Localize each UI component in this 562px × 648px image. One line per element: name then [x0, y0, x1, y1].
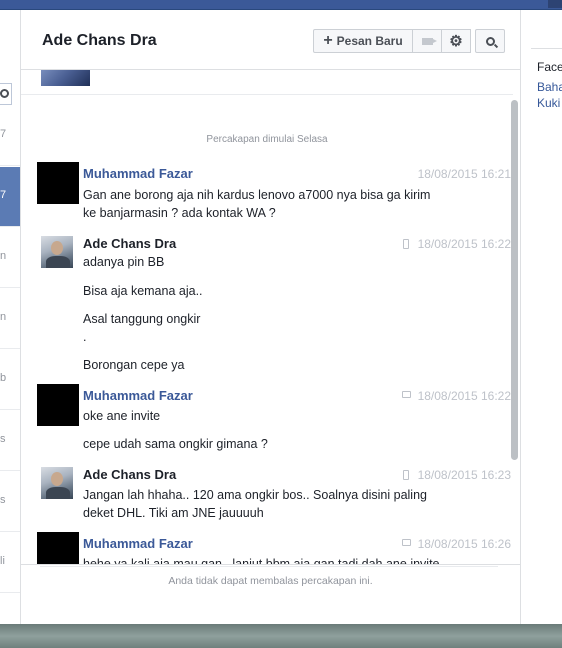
- message-text: Gan ane borong aja nih kardus lenovo a70…: [83, 188, 431, 220]
- header-actions: + Pesan Baru ⚙: [313, 29, 505, 53]
- thread-list-item-label: b: [0, 372, 7, 384]
- divider: [531, 48, 562, 49]
- thread-list-item[interactable]: b: [0, 350, 20, 410]
- message-text: Bisa aja kemana aja..: [83, 284, 203, 298]
- avatar[interactable]: [37, 162, 79, 204]
- conversation-start-label: Percakapan dimulai Selasa: [206, 134, 328, 145]
- search-icon: [0, 89, 9, 98]
- thread-search-button[interactable]: [0, 83, 12, 105]
- message-text: adanya pin BB: [83, 255, 165, 269]
- avatar[interactable]: [37, 532, 79, 564]
- sender-name[interactable]: Muhammad Fazar: [83, 536, 193, 551]
- thread-list-item[interactable]: n: [0, 289, 20, 349]
- video-call-button[interactable]: [412, 29, 442, 53]
- message-text: Borongan cepe ya: [83, 358, 185, 372]
- thread-list-item-label: s: [0, 433, 6, 445]
- message-timestamp: 18/08/2015 16:26: [417, 537, 511, 551]
- conversation-title[interactable]: Ade Chans Dra: [42, 32, 157, 50]
- divider: [40, 566, 498, 567]
- search-icon: [485, 36, 495, 46]
- avatar: [41, 70, 90, 86]
- message-text: hehe ya kali aja mau gan.. lanjut bbm aj…: [83, 557, 440, 564]
- sender-name[interactable]: Muhammad Fazar: [83, 166, 193, 181]
- sidebar-link[interactable]: Baha: [537, 80, 562, 94]
- sender-name[interactable]: Ade Chans Dra: [83, 236, 176, 251]
- thread-list-item[interactable]: n: [0, 228, 20, 288]
- thread-list-item-label: li: [0, 555, 5, 567]
- thread-list-item-label: 7: [0, 189, 7, 201]
- message-text: cepe udah sama ongkir gimana ?: [83, 437, 268, 451]
- plus-icon: +: [323, 32, 333, 49]
- settings-button[interactable]: ⚙: [441, 29, 471, 53]
- chat-bubble-icon: [402, 391, 411, 398]
- messages-page: 7 7 n n b s s li Ade Chans Dra + Pesan B…: [0, 10, 562, 624]
- message-timestamp: 18/08/2015 16:22: [417, 237, 511, 251]
- thread-list-item-label: s: [0, 494, 6, 506]
- thread-list-item-label: 7: [0, 128, 7, 140]
- thread-list-item-label: n: [0, 250, 7, 262]
- new-message-label: Pesan Baru: [336, 34, 403, 48]
- mobile-phone-icon: [403, 239, 409, 249]
- divider: [21, 94, 513, 95]
- right-sidebar: Face Baha Kuki: [520, 10, 562, 624]
- sender-name[interactable]: Muhammad Fazar: [83, 388, 193, 403]
- divider: [21, 564, 520, 565]
- avatar[interactable]: [41, 467, 73, 499]
- message-timestamp: 18/08/2015 16:22: [417, 389, 511, 403]
- thread-list-item-active[interactable]: 7: [0, 167, 20, 227]
- gear-icon: ⚙: [449, 32, 463, 50]
- message-timestamp: 18/08/2015 16:21: [417, 167, 511, 181]
- top-bar-corner: [548, 0, 562, 8]
- thread-list-item[interactable]: s: [0, 411, 20, 471]
- avatar[interactable]: [37, 384, 79, 426]
- mobile-phone-icon: [403, 470, 409, 480]
- sender-name[interactable]: Ade Chans Dra: [83, 467, 176, 482]
- cannot-reply-notice: Anda tidak dapat membalas percakapan ini…: [168, 575, 373, 587]
- message-list[interactable]: Percakapan dimulai Selasa Muhammad Fazar…: [21, 70, 520, 564]
- thread-list-item[interactable]: 7: [0, 106, 20, 166]
- message-text: Jangan lah hhaha.. 120 ama ongkir bos.. …: [83, 488, 427, 520]
- sidebar-title: Face: [537, 60, 562, 74]
- message-timestamp: 18/08/2015 16:23: [417, 468, 511, 482]
- sidebar-link[interactable]: Kuki: [537, 96, 560, 110]
- message-text: Asal tanggung ongkir .: [83, 312, 201, 344]
- search-conversation-button[interactable]: [475, 29, 505, 53]
- conversation-scrollbar[interactable]: [511, 100, 518, 460]
- new-message-button[interactable]: + Pesan Baru: [313, 29, 413, 53]
- chat-bubble-icon: [402, 539, 411, 546]
- desktop-taskbar: [0, 624, 562, 648]
- top-navigation-bar: [0, 0, 562, 10]
- conversation-header: Ade Chans Dra + Pesan Baru ⚙: [21, 10, 520, 70]
- message-text: oke ane invite: [83, 409, 161, 423]
- video-camera-icon: [421, 37, 437, 45]
- thread-list-item-label: n: [0, 311, 7, 323]
- thread-list: 7 7 n n b s s li: [0, 10, 21, 624]
- thread-list-item[interactable]: li: [0, 533, 20, 593]
- avatar[interactable]: [41, 236, 73, 268]
- thread-list-item[interactable]: s: [0, 472, 20, 532]
